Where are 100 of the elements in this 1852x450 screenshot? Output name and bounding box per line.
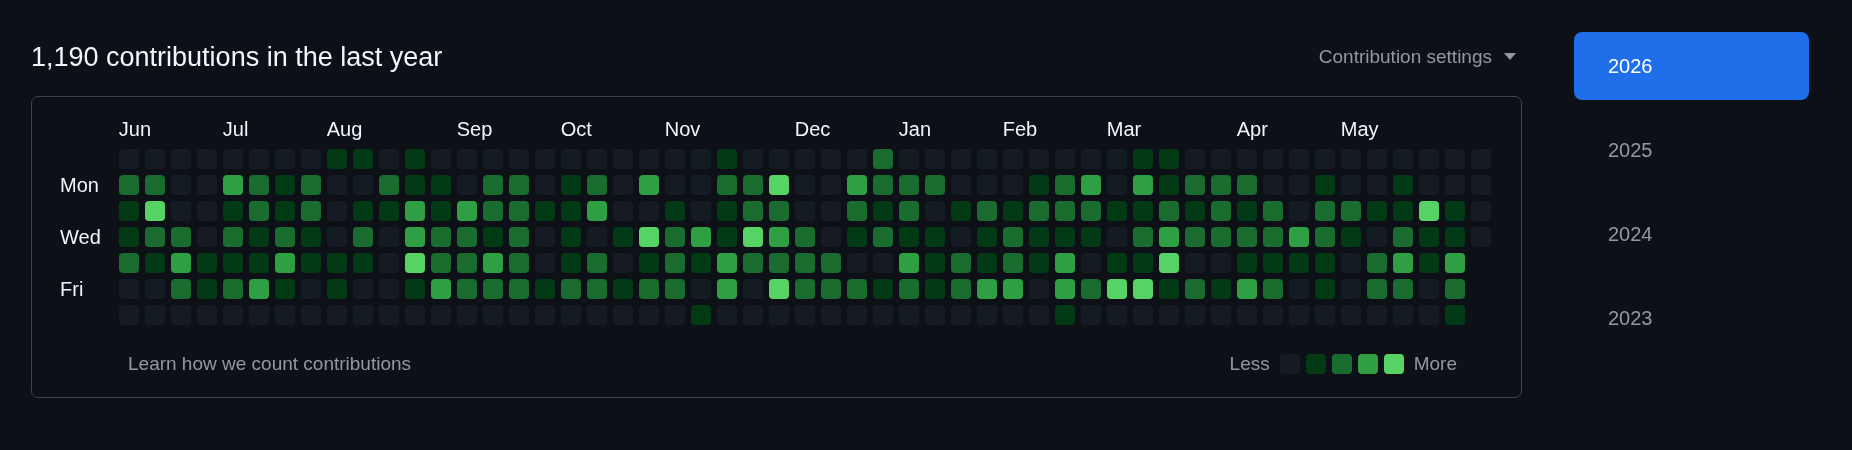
contribution-cell[interactable] bbox=[1236, 279, 1257, 299]
contribution-cell[interactable] bbox=[300, 253, 321, 273]
contribution-cell[interactable] bbox=[144, 175, 165, 195]
contribution-cell[interactable] bbox=[1262, 227, 1283, 247]
contribution-cell[interactable] bbox=[1236, 227, 1257, 247]
contribution-cell[interactable] bbox=[144, 201, 165, 221]
contribution-cell[interactable] bbox=[1158, 201, 1179, 221]
contribution-cell[interactable] bbox=[144, 253, 165, 273]
contribution-cell[interactable] bbox=[1132, 201, 1153, 221]
contribution-cell[interactable] bbox=[1262, 201, 1283, 221]
contribution-cell[interactable] bbox=[404, 201, 425, 221]
contribution-cell[interactable] bbox=[508, 253, 529, 273]
contribution-cell[interactable] bbox=[716, 201, 737, 221]
contribution-cell[interactable] bbox=[768, 253, 789, 273]
contribution-cell[interactable] bbox=[638, 175, 659, 195]
contribution-cell[interactable] bbox=[638, 227, 659, 247]
contribution-cell[interactable] bbox=[872, 201, 893, 221]
contribution-cell[interactable] bbox=[690, 305, 711, 325]
contribution-cell[interactable] bbox=[898, 279, 919, 299]
contribution-cell[interactable] bbox=[638, 253, 659, 273]
contribution-cell[interactable] bbox=[404, 227, 425, 247]
contribution-cell[interactable] bbox=[1392, 175, 1413, 195]
contribution-cell[interactable] bbox=[690, 227, 711, 247]
contribution-cell[interactable] bbox=[1210, 201, 1231, 221]
contribution-cell[interactable] bbox=[742, 227, 763, 247]
contribution-cell[interactable] bbox=[456, 201, 477, 221]
contribution-cell[interactable] bbox=[222, 227, 243, 247]
contribution-cell[interactable] bbox=[248, 175, 269, 195]
contribution-cell[interactable] bbox=[1444, 201, 1465, 221]
contribution-cell[interactable] bbox=[456, 279, 477, 299]
contribution-cell[interactable] bbox=[404, 149, 425, 169]
contribution-cell[interactable] bbox=[482, 253, 503, 273]
contribution-cell[interactable] bbox=[1002, 201, 1023, 221]
contribution-cell[interactable] bbox=[404, 253, 425, 273]
contribution-cell[interactable] bbox=[1158, 227, 1179, 247]
contribution-cell[interactable] bbox=[742, 175, 763, 195]
contribution-cell[interactable] bbox=[898, 253, 919, 273]
contribution-cell[interactable] bbox=[1262, 253, 1283, 273]
contribution-cell[interactable] bbox=[1340, 201, 1361, 221]
contribution-cell[interactable] bbox=[482, 175, 503, 195]
contribution-cell[interactable] bbox=[352, 149, 373, 169]
contribution-cell[interactable] bbox=[482, 279, 503, 299]
contribution-cell[interactable] bbox=[1366, 253, 1387, 273]
contribution-cell[interactable] bbox=[1314, 279, 1335, 299]
contribution-cell[interactable] bbox=[1054, 253, 1075, 273]
contribution-cell[interactable] bbox=[508, 279, 529, 299]
contribution-cell[interactable] bbox=[716, 149, 737, 169]
contribution-cell[interactable] bbox=[872, 175, 893, 195]
contribution-cell[interactable] bbox=[274, 227, 295, 247]
contribution-cell[interactable] bbox=[378, 175, 399, 195]
contribution-cell[interactable] bbox=[456, 253, 477, 273]
contribution-cell[interactable] bbox=[898, 201, 919, 221]
contribution-cell[interactable] bbox=[1392, 279, 1413, 299]
contribution-cell[interactable] bbox=[118, 175, 139, 195]
contribution-cell[interactable] bbox=[1158, 149, 1179, 169]
contribution-cell[interactable] bbox=[1288, 227, 1309, 247]
contribution-cell[interactable] bbox=[664, 253, 685, 273]
contribution-cell[interactable] bbox=[352, 201, 373, 221]
contribution-cell[interactable] bbox=[638, 279, 659, 299]
contribution-cell[interactable] bbox=[1054, 227, 1075, 247]
contribution-cell[interactable] bbox=[612, 227, 633, 247]
contribution-cell[interactable] bbox=[950, 201, 971, 221]
contribution-cell[interactable] bbox=[768, 175, 789, 195]
contribution-cell[interactable] bbox=[976, 227, 997, 247]
contribution-cell[interactable] bbox=[924, 227, 945, 247]
contribution-cell[interactable] bbox=[1028, 201, 1049, 221]
contribution-cell[interactable] bbox=[1002, 279, 1023, 299]
contribution-cell[interactable] bbox=[1366, 279, 1387, 299]
learn-link[interactable]: Learn how we count contributions bbox=[128, 353, 412, 375]
contribution-cell[interactable] bbox=[768, 201, 789, 221]
contribution-cell[interactable] bbox=[1444, 227, 1465, 247]
contribution-cell[interactable] bbox=[248, 227, 269, 247]
contribution-cell[interactable] bbox=[170, 253, 191, 273]
contribution-cell[interactable] bbox=[560, 201, 581, 221]
year-button[interactable]: 2025 bbox=[1574, 116, 1809, 184]
contribution-cell[interactable] bbox=[1132, 253, 1153, 273]
contribution-cell[interactable] bbox=[1366, 201, 1387, 221]
contribution-cell[interactable] bbox=[1132, 149, 1153, 169]
contribution-cell[interactable] bbox=[872, 279, 893, 299]
contribution-cell[interactable] bbox=[1184, 201, 1205, 221]
contribution-cell[interactable] bbox=[846, 227, 867, 247]
contribution-cell[interactable] bbox=[664, 227, 685, 247]
contribution-cell[interactable] bbox=[300, 227, 321, 247]
contribution-cell[interactable] bbox=[872, 227, 893, 247]
contribution-cell[interactable] bbox=[118, 253, 139, 273]
contribution-cell[interactable] bbox=[1106, 201, 1127, 221]
contribution-cell[interactable] bbox=[1054, 175, 1075, 195]
contribution-cell[interactable] bbox=[560, 253, 581, 273]
contribution-cell[interactable] bbox=[534, 279, 555, 299]
contribution-cell[interactable] bbox=[222, 201, 243, 221]
contribution-cell[interactable] bbox=[352, 253, 373, 273]
contribution-cell[interactable] bbox=[846, 201, 867, 221]
contribution-cell[interactable] bbox=[1054, 201, 1075, 221]
contribution-cell[interactable] bbox=[404, 279, 425, 299]
contribution-cell[interactable] bbox=[976, 253, 997, 273]
contribution-cell[interactable] bbox=[872, 149, 893, 169]
contribution-cell[interactable] bbox=[430, 227, 451, 247]
contribution-cell[interactable] bbox=[1418, 227, 1439, 247]
contribution-cell[interactable] bbox=[1080, 279, 1101, 299]
contribution-cell[interactable] bbox=[1314, 227, 1335, 247]
